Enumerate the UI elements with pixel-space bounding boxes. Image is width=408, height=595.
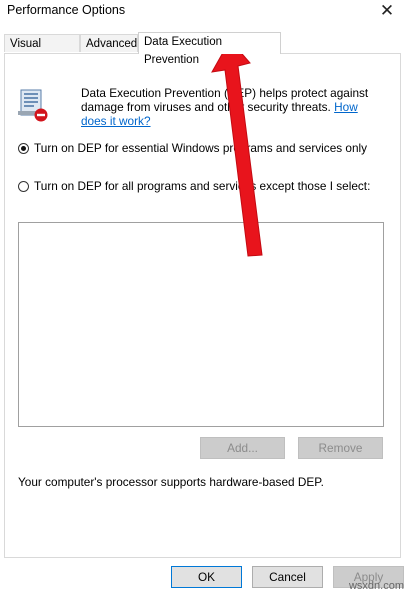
annotation-arrow [211, 39, 263, 257]
watermark: wsxdn.com [348, 580, 404, 592]
performance-options-window: Performance Options ✕ Visual Effects Adv… [0, 0, 408, 595]
tab-data-execution-prevention[interactable]: Data Execution Prevention [138, 32, 281, 66]
